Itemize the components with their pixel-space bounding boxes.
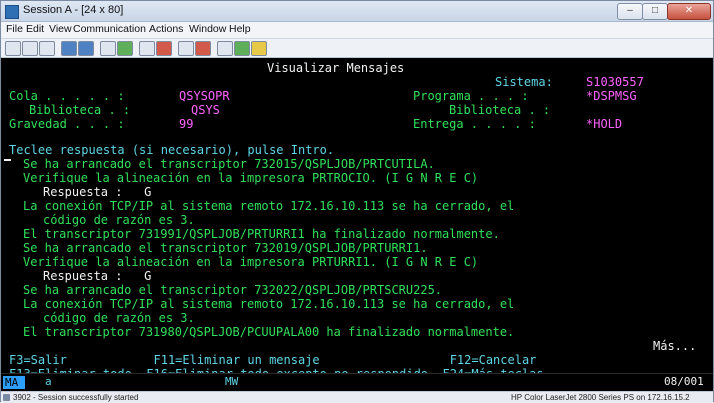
- menu-bar: File Edit View Communication Actions Win…: [1, 22, 713, 39]
- programa-label: Programa . . . :: [413, 89, 529, 103]
- send-icon[interactable]: [61, 41, 77, 56]
- title-bar[interactable]: Session A - [24 x 80] – □ ✕: [1, 1, 713, 22]
- receive-icon[interactable]: [78, 41, 94, 56]
- operator-info-area: MA a MW 08/001: [1, 373, 713, 391]
- menu-window[interactable]: Window: [189, 23, 226, 35]
- more-indicator: Más...: [653, 339, 697, 353]
- close-button[interactable]: ✕: [667, 3, 711, 20]
- display-icon[interactable]: [100, 41, 116, 56]
- message-line[interactable]: La conexión TCP/IP al sistema remoto 172…: [23, 297, 514, 311]
- text-cursor: [4, 159, 11, 161]
- mouse-icon[interactable]: [156, 41, 172, 56]
- message-line[interactable]: Se ha arrancado el transcriptor 732015/Q…: [23, 157, 435, 171]
- function-keys-row-1[interactable]: F3=Salir F11=Eliminar un mensaje F12=Can…: [9, 353, 536, 367]
- record-icon[interactable]: [195, 41, 211, 56]
- entrega-label: Entrega . . . . :: [413, 117, 536, 131]
- entrega-value: *HOLD: [586, 117, 623, 131]
- menu-actions[interactable]: Actions: [149, 23, 183, 35]
- input-mode: a: [45, 375, 52, 388]
- copy-icon[interactable]: [22, 41, 38, 56]
- session-app-icon: [5, 5, 19, 19]
- menu-help[interactable]: Help: [229, 23, 251, 35]
- cursor-position: 08/001: [664, 375, 704, 388]
- session-indicator: MA: [3, 376, 25, 389]
- menu-communication[interactable]: Communication: [73, 23, 146, 35]
- message-line-continued[interactable]: código de razón es 3.: [43, 311, 195, 325]
- toolbar: [1, 39, 713, 58]
- printer-status: HP Color LaserJet 2800 Series PS on 172.…: [511, 393, 690, 402]
- menu-view[interactable]: View: [49, 23, 72, 35]
- gravedad-label: Gravedad . . . :: [9, 117, 125, 131]
- message-line[interactable]: Verifique la alineación en la impresora …: [23, 171, 478, 185]
- window-title: Session A - [24 x 80]: [23, 4, 124, 16]
- help-icon[interactable]: [251, 41, 267, 56]
- mw-indicator: MW: [225, 375, 239, 388]
- cola-value: QSYSOPR: [179, 89, 230, 103]
- menu-file[interactable]: File: [6, 23, 23, 35]
- biblioteca-value: QSYS: [191, 103, 220, 117]
- maximize-button[interactable]: □: [642, 3, 668, 20]
- message-line[interactable]: Se ha arrancado el transcriptor 732019/Q…: [23, 241, 428, 255]
- message-line[interactable]: Verifique la alineación en la impresora …: [23, 255, 478, 269]
- screen-title: Visualizar Mensajes: [267, 61, 405, 75]
- biblioteca-label: Biblioteca . :: [29, 103, 131, 117]
- play-icon[interactable]: [234, 41, 250, 56]
- minimize-button[interactable]: –: [617, 3, 643, 20]
- cola-label: Cola . . . . . :: [9, 89, 125, 103]
- terminal-screen[interactable]: Visualizar Mensajes Sistema: S1030557 Co…: [1, 58, 713, 390]
- message-line[interactable]: La conexión TCP/IP al sistema remoto 172…: [23, 199, 514, 213]
- reply-line: Respuesta : G: [43, 185, 152, 199]
- programa-value: *DSPMSG: [586, 89, 637, 103]
- emulator-window: Session A - [24 x 80] – □ ✕ File Edit Vi…: [0, 0, 714, 403]
- status-message: 3902 - Session successfully started: [13, 393, 139, 402]
- color-icon[interactable]: [117, 41, 133, 56]
- message-line[interactable]: El transcriptor 731991/QSPLJOB/PRTURRI1 …: [23, 227, 500, 241]
- sistema-label: Sistema:: [495, 75, 553, 89]
- macro-icon[interactable]: [178, 41, 194, 56]
- message-line[interactable]: Se ha arrancado el transcriptor 732022/Q…: [23, 283, 442, 297]
- session-status-icon: [3, 394, 10, 401]
- reply-line: Respuesta : G: [43, 269, 152, 283]
- gravedad-value: 99: [179, 117, 194, 131]
- programa-biblioteca-label: Biblioteca . :: [449, 103, 551, 117]
- menu-edit[interactable]: Edit: [26, 23, 44, 35]
- print-screen-icon[interactable]: [5, 41, 21, 56]
- sistema-value: S1030557: [586, 75, 644, 89]
- keyboard-icon[interactable]: [139, 41, 155, 56]
- paste-icon[interactable]: [39, 41, 55, 56]
- status-bar: 3902 - Session successfully started HP C…: [1, 391, 713, 403]
- message-line[interactable]: El transcriptor 731980/QSPLJOB/PCUUPALA0…: [23, 325, 514, 339]
- message-line-continued[interactable]: código de razón es 3.: [43, 213, 195, 227]
- instruction-text: Teclee respuesta (si necesario), pulse I…: [9, 143, 335, 157]
- stop-icon[interactable]: [217, 41, 233, 56]
